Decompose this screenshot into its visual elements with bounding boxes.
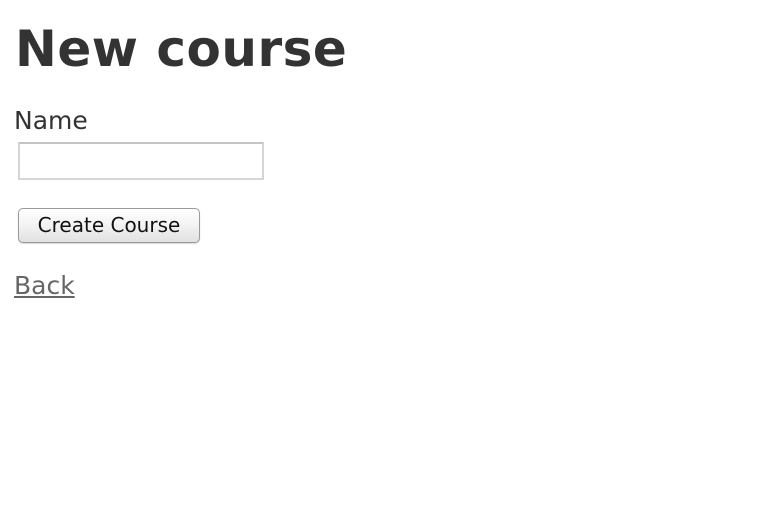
create-course-button[interactable]: Create Course [18,208,200,243]
name-label: Name [14,106,88,135]
back-link[interactable]: Back [14,270,75,302]
name-input[interactable] [18,142,264,180]
page-title: New course [15,20,348,78]
